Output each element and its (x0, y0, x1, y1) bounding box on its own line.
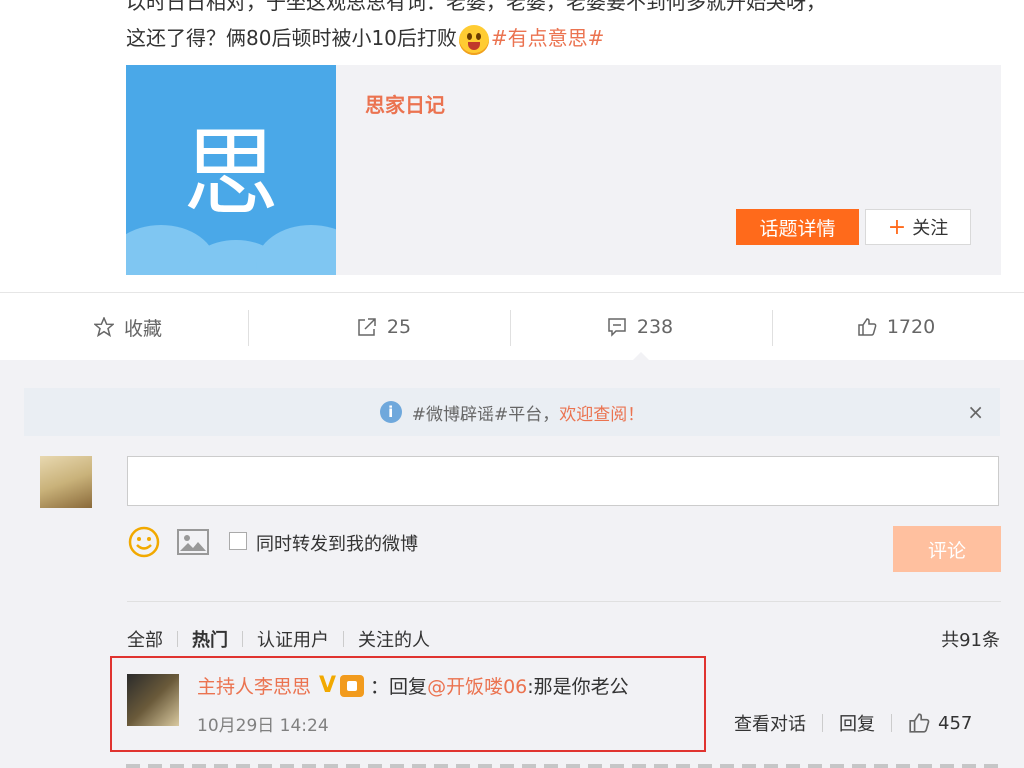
topic-link[interactable]: #有点意思# (491, 26, 605, 50)
like-count: 1720 (886, 316, 936, 338)
comment-tab-button[interactable]: 238 (512, 293, 768, 361)
submit-comment-button[interactable]: 评论 (893, 526, 1001, 572)
repost-count: 25 (386, 316, 412, 338)
topic-card-image[interactable]: 思 (126, 65, 336, 275)
comment-icon (608, 318, 626, 337)
forward-checkbox[interactable] (229, 532, 247, 550)
info-icon: i (379, 401, 402, 423)
view-dialog-link[interactable]: 查看对话 (734, 710, 806, 736)
commenter-avatar[interactable] (127, 674, 179, 726)
rumor-notice-banner: i #微博辟谣#平台， 欢迎查阅！ (24, 388, 1000, 436)
divider (127, 601, 1001, 602)
verified-badge-icon: V (319, 673, 337, 698)
topic-card: 思 思家日记 话题详情 + 关注 (126, 65, 1001, 275)
image-icon[interactable] (177, 529, 209, 555)
comment-count: 238 (636, 316, 674, 338)
plus-icon: + (887, 214, 907, 240)
post-text-line1: 以时日日相对，于坐这观思思有词：老婆，老婆，老婆要不到何多就开始哭呀， (126, 0, 826, 14)
like-button[interactable]: 1720 (768, 293, 1024, 361)
topic-card-title[interactable]: 思家日记 (365, 89, 445, 118)
tongue-emoji-icon (458, 24, 489, 55)
filter-all[interactable]: 全部 (127, 626, 163, 652)
thumbs-up-icon (909, 713, 930, 733)
follow-label: 关注 (912, 218, 949, 239)
reply-link[interactable]: 回复 (839, 710, 875, 736)
notice-prefix[interactable]: #微博辟谣#平台， (412, 400, 560, 425)
member-badge-icon (340, 674, 365, 697)
comment-time: 10月29日 14:24 (197, 716, 329, 736)
filter-verified[interactable]: 认证用户 (257, 626, 329, 652)
next-comment-partial (126, 764, 1000, 768)
star-icon (93, 317, 114, 337)
close-icon[interactable]: × (967, 400, 984, 424)
filter-hot[interactable]: 热门 (192, 626, 228, 652)
comment-like-button[interactable]: 457 (908, 712, 972, 734)
post-text: 这还了得？俩80后顿时被小10后打败 (126, 26, 457, 50)
thumbs-up-icon (858, 318, 877, 336)
my-avatar[interactable] (40, 456, 92, 508)
post-text-line2: 这还了得？俩80后顿时被小10后打败 #有点意思# (126, 22, 604, 55)
commenter-name[interactable]: 主持人李思思 (197, 672, 311, 699)
emoji-smile-icon[interactable] (128, 526, 160, 558)
comment-actions: 查看对话 回复 457 (734, 710, 972, 736)
topic-details-button[interactable]: 话题详情 (736, 209, 859, 245)
notice-link[interactable]: 欢迎查阅！ (559, 400, 644, 425)
comment-like-count: 457 (938, 712, 973, 734)
highlight-box (110, 656, 706, 752)
comment-filters: 全部 热门 认证用户 关注的人 (127, 626, 430, 652)
forward-checkbox-label[interactable]: 同时转发到我的微博 (256, 530, 418, 556)
comment-caret (633, 352, 649, 360)
mention-link[interactable]: @开饭喽06 (427, 672, 527, 699)
repost-button[interactable]: 25 (256, 293, 512, 361)
action-bar: 收藏 25 238 1720 (0, 292, 1024, 361)
reply-prefix: ：回复 (370, 676, 428, 698)
comment-item: 主持人李思思 V ：回复 @开饭喽06 :那是你老公 (197, 672, 629, 699)
favorite-button[interactable]: 收藏 (0, 293, 256, 361)
comment-total: 共91条 (941, 630, 1000, 651)
filter-following[interactable]: 关注的人 (358, 626, 430, 652)
repost-icon (358, 318, 376, 336)
comment-input[interactable] (127, 456, 999, 506)
follow-button[interactable]: + 关注 (865, 209, 971, 245)
comment-text: :那是你老公 (527, 676, 629, 698)
favorite-label: 收藏 (123, 317, 162, 340)
topic-card-glyph: 思 (183, 117, 279, 229)
